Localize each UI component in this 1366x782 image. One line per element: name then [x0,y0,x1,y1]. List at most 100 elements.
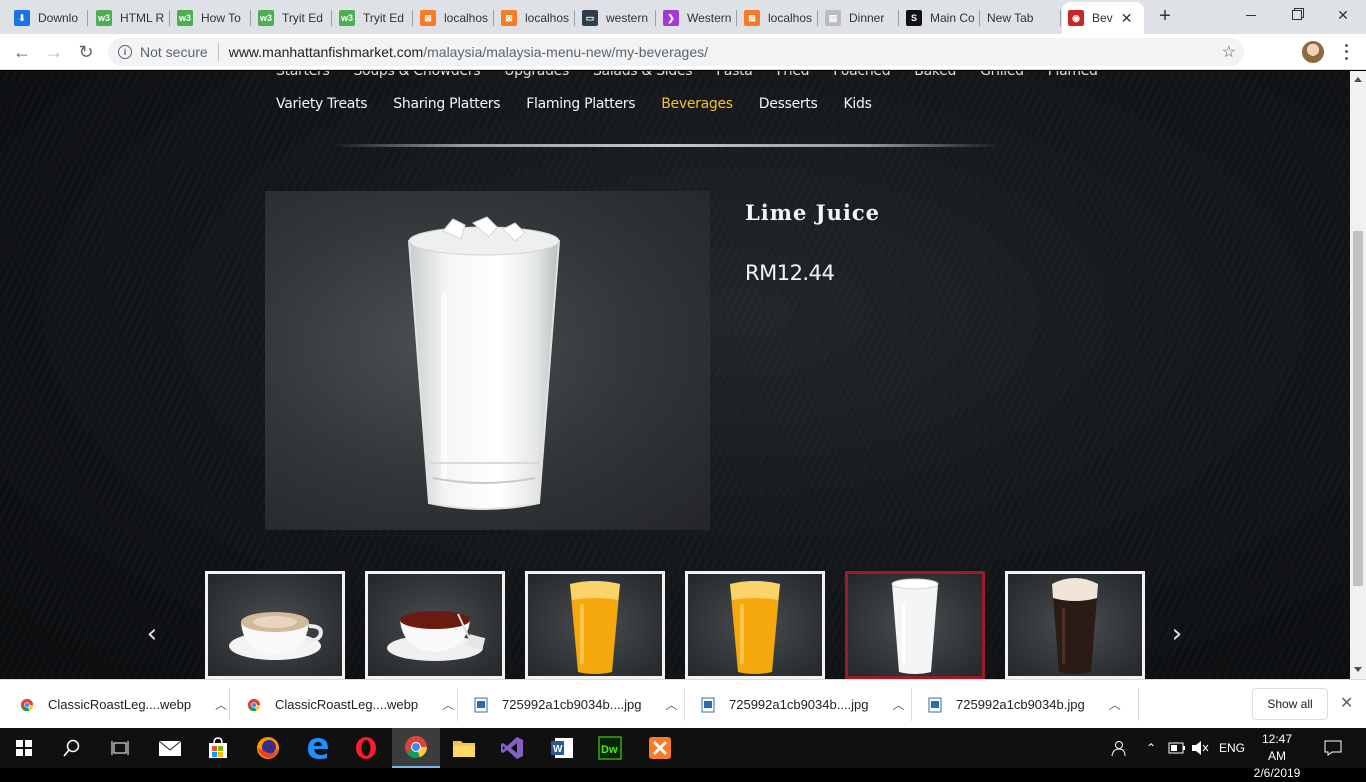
menu-item-desserts[interactable]: Desserts [759,96,818,112]
language-indicator[interactable]: ENG [1219,728,1245,768]
chevron-up-icon[interactable]: ︿ [666,696,678,713]
visual-studio-app[interactable] [488,728,536,768]
profile-avatar[interactable] [1302,41,1324,63]
tab-10[interactable]: ▤ Dinner [819,4,899,32]
download-filename: ClassicRoastLeg....webp [48,697,192,712]
menu-item-sharing-platters[interactable]: Sharing Platters [393,96,500,112]
people-icon[interactable] [1108,728,1126,768]
lime-juice-thumbnail[interactable] [845,571,985,679]
windows-start-button[interactable] [0,728,48,768]
svg-text:W: W [553,744,563,755]
download-item[interactable]: 725992a1cb9034b....jpg ︿ [474,680,678,729]
tab-separator [87,10,88,26]
tab-5[interactable]: ⊠ localhos [414,4,494,32]
chevron-up-icon[interactable]: ︿ [442,696,454,713]
scroll-down-arrow[interactable] [1354,667,1362,672]
tab-0[interactable]: ⬇ Downlo [8,4,88,32]
tab-8[interactable]: ❯ Western [657,4,737,32]
action-center-icon[interactable] [1324,728,1342,768]
search-button[interactable] [48,728,96,768]
tab-12[interactable]: New Tab [981,4,1061,32]
edge-app[interactable] [294,728,342,768]
url-path: /malaysia/malaysia-menu-new/my-beverages… [423,44,709,60]
tab-13[interactable]: ◉ Bev ✕ [1062,2,1144,34]
tab-7[interactable]: ▭ western [576,4,656,32]
chalk-divider [330,144,1000,147]
show-hidden-icons-chevron-icon[interactable]: ⌃ [1146,728,1156,768]
menu-item-baked[interactable]: Baked [914,71,956,79]
url-host: www.manhattanfishmarket.com [228,44,424,60]
tab-4[interactable]: w3 Tryit Ed [333,4,413,32]
windows-logo-icon [16,740,32,756]
menu-item-fried[interactable]: Fried [777,71,810,79]
download-item[interactable]: 725992a1cb9034b.jpg ︿ [928,680,1121,729]
show-all-downloads-button[interactable]: Show all [1252,688,1328,720]
tab-6[interactable]: ⊠ localhos [495,4,575,32]
store-app[interactable] [194,728,242,768]
browser-menu-button[interactable] [1338,42,1354,62]
tab-1[interactable]: w3 HTML R [90,4,170,32]
scrollbar-thumb[interactable] [1353,231,1363,586]
notification-glyph-icon [1324,740,1342,756]
tab-label: New Tab [987,11,1034,25]
scroll-up-arrow[interactable] [1354,77,1362,82]
menu-item-salads-sides[interactable]: Salads & Sides [593,71,693,79]
dreamweaver-icon: Dw [598,736,622,760]
chevron-up-icon[interactable]: ︿ [1109,696,1121,713]
restore-button[interactable] [1274,0,1320,30]
minimize-button[interactable] [1228,0,1274,30]
carousel-next-arrow[interactable]: › [1165,619,1189,649]
chevron-up-icon[interactable]: ︿ [893,696,905,713]
word-app[interactable]: W [538,728,586,768]
tab-3[interactable]: w3 Tryit Ed [252,4,332,32]
download-item[interactable]: ClassicRoastLeg....webp ︿ [20,680,227,729]
bookmark-star-icon[interactable]: ☆ [1222,42,1236,62]
tab-2[interactable]: w3 How To [171,4,251,32]
vertical-scrollbar[interactable] [1350,71,1366,679]
orange-juice-thumbnail[interactable] [525,571,665,679]
info-icon[interactable]: i [118,45,132,59]
xampp-app[interactable] [636,728,684,768]
back-button[interactable]: ← [10,40,34,64]
tab-9[interactable]: ⊠ localhos [738,4,818,32]
menu-item-flamed[interactable]: Flamed [1048,71,1098,79]
close-download-shelf-icon[interactable]: ✕ [1340,693,1353,713]
opera-app[interactable] [342,728,390,768]
menu-item-upgrades[interactable]: Upgrades [504,71,569,79]
menu-item-flaming-platters[interactable]: Flaming Platters [526,96,635,112]
menu-item-pasta[interactable]: Pasta [716,71,753,79]
address-bar[interactable]: i Not secure www.manhattanfishmarket.com… [108,38,1244,66]
close-tab-icon[interactable]: ✕ [1121,10,1133,27]
firefox-app[interactable] [244,728,292,768]
chrome-app[interactable] [392,728,440,768]
close-window-button[interactable]: ✕ [1320,0,1366,30]
mail-app[interactable] [146,728,194,768]
download-item[interactable]: 725992a1cb9034b....jpg ︿ [701,680,905,729]
menu-item-poached[interactable]: Poached [833,71,890,79]
menu-item-variety-treats[interactable]: Variety Treats [276,96,368,112]
tea-thumbnail[interactable] [365,571,505,679]
download-item[interactable]: ClassicRoastLeg....webp ︿ [247,680,454,729]
menu-item-starters[interactable]: Starters [276,71,330,79]
system-clock[interactable]: 12:47 AM 2/6/2019 [1252,731,1302,782]
carousel-prev-arrow[interactable]: ‹ [140,619,164,649]
menu-item-soups-chowders[interactable]: Soups & Chowders [353,71,480,79]
file-explorer-app[interactable] [440,728,488,768]
chevron-up-icon[interactable]: ︿ [215,696,227,713]
browser-toolbar: ← → ↻ i Not secure www.manhattanfishmark… [0,34,1366,70]
forward-button[interactable]: → [42,40,66,64]
dreamweaver-app[interactable]: Dw [586,728,634,768]
battery-icon[interactable] [1168,728,1186,768]
reload-button[interactable]: ↻ [74,40,98,64]
menu-item-beverages[interactable]: Beverages [661,96,733,112]
volume-muted-icon[interactable] [1191,728,1209,768]
mail-icon [158,740,182,756]
menu-item-kids[interactable]: Kids [844,96,872,112]
cappuccino-thumbnail[interactable] [205,571,345,679]
menu-item-grilled[interactable]: Grilled [980,71,1024,79]
root-beer-float-thumbnail[interactable] [1005,571,1145,679]
orange-juice-2-thumbnail[interactable] [685,571,825,679]
tab-11[interactable]: S Main Co [900,4,980,32]
task-view-button[interactable] [96,728,144,768]
new-tab-button[interactable]: + [1155,6,1175,26]
